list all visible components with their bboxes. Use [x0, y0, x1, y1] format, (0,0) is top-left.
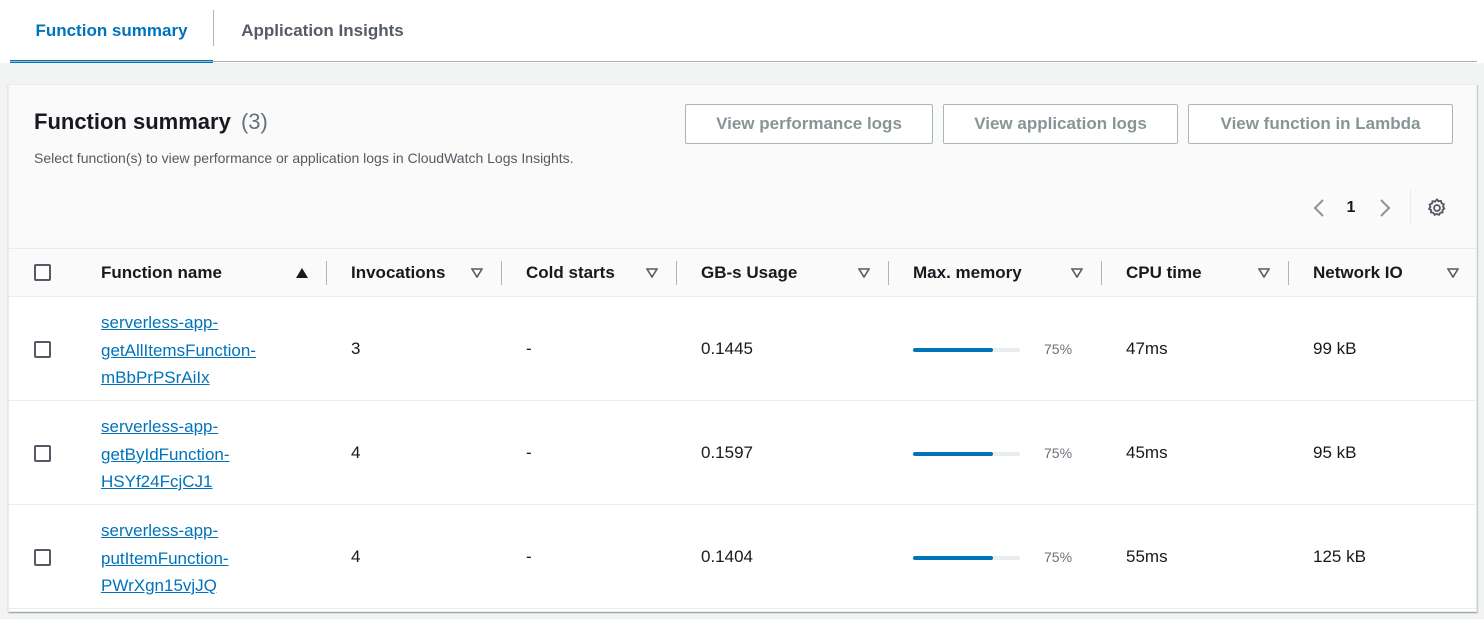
sort-descending-icon[interactable] [470, 266, 484, 280]
table-header: Function name Invocations Cold starts GB… [9, 249, 1476, 297]
column-divider [1288, 261, 1289, 285]
column-header-gbs-usage[interactable]: GB-s Usage [701, 249, 797, 297]
max-memory-percent: 75% [1044, 445, 1073, 461]
row-select-checkbox[interactable] [34, 549, 51, 566]
tab-bar-underline [10, 61, 1477, 62]
function-name-line: serverless-app- [101, 521, 219, 540]
max-memory-bar [913, 348, 1020, 352]
cold-starts-value: - [526, 547, 532, 566]
invocations-value: 4 [351, 443, 361, 462]
current-page-number[interactable]: 1 [1341, 193, 1361, 223]
tab-bar: Function summary Application Insights [0, 0, 1484, 63]
gbs-usage-value: 0.1445 [701, 339, 753, 358]
max-memory-bar [913, 556, 1020, 560]
function-name-line: serverless-app- [101, 417, 219, 436]
function-name-link[interactable]: serverless-app- getAllItemsFunction- mBb… [101, 309, 291, 392]
function-name-link[interactable]: serverless-app- getByIdFunction- HSYf24F… [101, 413, 291, 496]
column-divider [1101, 261, 1102, 285]
panel-title-text: Function summary [34, 109, 231, 134]
chevron-right-icon [1380, 199, 1391, 217]
panel-title: Function summary (3) [34, 109, 268, 135]
function-name-line: putItemFunction- [101, 548, 229, 568]
gbs-usage-value: 0.1597 [701, 443, 753, 462]
function-summary-panel: Function summary (3) Select function(s) … [8, 84, 1477, 612]
view-function-in-lambda-button[interactable]: View function in Lambda [1188, 104, 1453, 144]
invocations-value: 4 [351, 547, 361, 566]
sort-descending-icon[interactable] [1446, 266, 1460, 280]
network-io-value: 99 kB [1313, 339, 1357, 358]
function-name-line: getAllItemsFunction- [101, 340, 256, 360]
sort-ascending-icon[interactable] [295, 266, 309, 280]
function-name-line: HSYf24FcjCJ1 [101, 472, 213, 491]
view-performance-logs-button[interactable]: View performance logs [685, 104, 933, 144]
tab-function-summary[interactable]: Function summary [10, 0, 213, 63]
column-divider [326, 261, 327, 285]
column-header-function-name[interactable]: Function name [101, 249, 222, 297]
cold-starts-value: - [526, 443, 532, 462]
cpu-time-value: 47ms [1126, 339, 1168, 358]
row-select-checkbox[interactable] [34, 445, 51, 462]
sort-descending-icon[interactable] [1070, 266, 1084, 280]
view-application-logs-button[interactable]: View application logs [943, 104, 1178, 144]
table-row: serverless-app- getAllItemsFunction- mBb… [9, 297, 1476, 401]
max-memory-bar-fill [913, 556, 994, 560]
invocations-value: 3 [351, 339, 361, 358]
column-header-invocations[interactable]: Invocations [351, 249, 445, 297]
column-divider [888, 261, 889, 285]
column-header-max-memory[interactable]: Max. memory [913, 249, 1022, 297]
settings-gear-icon [1428, 198, 1446, 216]
next-page-button[interactable] [1373, 193, 1397, 223]
tab-divider [213, 10, 214, 46]
cpu-time-value: 45ms [1126, 443, 1168, 462]
sort-descending-icon[interactable] [1257, 266, 1271, 280]
gbs-usage-value: 0.1404 [701, 547, 753, 566]
function-name-line: getByIdFunction- [101, 444, 230, 464]
max-memory-bar [913, 452, 1020, 456]
tab-application-insights[interactable]: Application Insights [215, 0, 430, 62]
panel-count: (3) [240, 109, 268, 134]
function-name-line: mBbPrPSrAiIx [101, 368, 210, 387]
function-name-link[interactable]: serverless-app- putItemFunction- PWrXgn1… [101, 517, 291, 600]
column-header-cold-starts[interactable]: Cold starts [526, 249, 615, 297]
function-name-line: PWrXgn15vjJQ [101, 576, 217, 595]
panel-description: Select function(s) to view performance o… [34, 150, 574, 166]
function-name-line: serverless-app- [101, 313, 219, 332]
chevron-left-icon [1313, 199, 1324, 217]
table-row: serverless-app- getByIdFunction- HSYf24F… [9, 401, 1476, 505]
cold-starts-value: - [526, 339, 532, 358]
max-memory-bar-fill [913, 452, 994, 456]
panel-header: Function summary (3) Select function(s) … [9, 85, 1476, 249]
pager-divider [1410, 189, 1411, 225]
row-select-checkbox[interactable] [34, 341, 51, 358]
previous-page-button[interactable] [1307, 193, 1331, 223]
network-io-value: 95 kB [1313, 443, 1357, 462]
column-header-cpu-time[interactable]: CPU time [1126, 249, 1202, 297]
sort-descending-icon[interactable] [857, 266, 871, 280]
column-header-network-io[interactable]: Network IO [1313, 249, 1403, 297]
column-divider [501, 261, 502, 285]
sort-descending-icon[interactable] [645, 266, 659, 280]
max-memory-bar-fill [913, 348, 994, 352]
table-row: serverless-app- putItemFunction- PWrXgn1… [9, 505, 1476, 609]
network-io-value: 125 kB [1313, 547, 1366, 566]
table-preferences-button[interactable] [1423, 193, 1451, 223]
max-memory-percent: 75% [1044, 549, 1073, 565]
select-all-checkbox[interactable] [34, 264, 51, 281]
cpu-time-value: 55ms [1126, 547, 1168, 566]
column-divider [676, 261, 677, 285]
max-memory-percent: 75% [1044, 341, 1073, 357]
